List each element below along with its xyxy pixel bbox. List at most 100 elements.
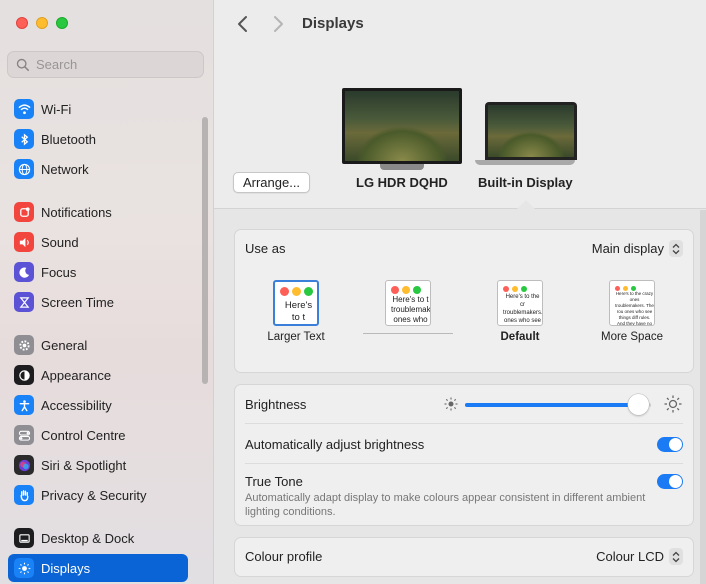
sidebar-item-label: Appearance: [41, 367, 112, 383]
sidebar-item-screen-time[interactable]: Screen Time: [8, 288, 188, 316]
sidebar-item-desktop-dock[interactable]: Desktop & Dock: [8, 524, 188, 552]
resolution-label: More Space: [600, 331, 663, 343]
speaker-icon: [14, 232, 34, 252]
sidebar-item-label: Control Centre: [41, 427, 126, 443]
sidebar-item-notifications[interactable]: Notifications: [8, 198, 188, 226]
siri-icon: [14, 455, 34, 475]
sidebar-item-focus[interactable]: Focus: [8, 258, 188, 286]
resolution-slider-line: [363, 333, 453, 334]
sidebar-item-label: Displays: [41, 560, 91, 576]
page-title: Displays: [302, 15, 364, 32]
sidebar-item-accessibility[interactable]: Accessibility: [8, 391, 188, 419]
dock-icon: [14, 528, 34, 548]
sidebar-item-network[interactable]: Network: [8, 155, 188, 183]
colour-profile-value: Colour LCD: [596, 549, 664, 564]
zoom-window-button[interactable]: [56, 17, 68, 29]
monitor-stand: [380, 164, 424, 170]
search-box[interactable]: [7, 51, 204, 78]
arrange-button[interactable]: Arrange...: [233, 172, 310, 193]
auto-brightness-label: Automatically adjust brightness: [245, 437, 425, 452]
sidebar-item-displays[interactable]: Displays: [8, 554, 188, 582]
gear-icon: [14, 335, 34, 355]
search-icon: [16, 58, 30, 71]
brightness-slider[interactable]: [465, 394, 651, 415]
use-as-value: Main display: [591, 241, 664, 256]
divider: [245, 423, 683, 424]
colour-profile-popup[interactable]: Colour LCD: [596, 548, 683, 565]
auto-brightness-toggle[interactable]: [657, 437, 683, 452]
use-as-label: Use as: [245, 241, 286, 256]
resolution-option-more-space[interactable]: Here's to the crazy ones troublemakers. …: [587, 280, 677, 343]
resolution-thumbnail: Here's to t troublemak ones who: [385, 280, 431, 326]
builtin-display-name[interactable]: Built-in Display: [478, 175, 573, 190]
resolution-sample-text: Here's to the cr troublemakers. ones who…: [503, 294, 542, 324]
sidebar-item-privacy-security[interactable]: Privacy & Security: [8, 481, 188, 509]
back-chevron-icon[interactable]: [235, 14, 251, 34]
external-display-thumbnail[interactable]: [342, 88, 462, 164]
sidebar-item-label: Accessibility: [41, 397, 112, 413]
sidebar-item-appearance[interactable]: Appearance: [8, 361, 188, 389]
builtin-display-thumbnail[interactable]: [485, 102, 577, 160]
close-window-button[interactable]: [16, 17, 28, 29]
minimize-window-button[interactable]: [36, 17, 48, 29]
true-tone-label: True Tone: [245, 474, 303, 489]
colour-profile-label: Colour profile: [245, 549, 323, 564]
sidebar-item-bluetooth[interactable]: Bluetooth: [8, 125, 188, 153]
moon-icon: [14, 262, 34, 282]
sidebar-item-general[interactable]: General: [8, 331, 188, 359]
window-controls: [16, 17, 68, 29]
sidebar-item-sound[interactable]: Sound: [8, 228, 188, 256]
sidebar-item-label: Wi-Fi: [41, 101, 72, 117]
use-as-popup[interactable]: Main display: [592, 240, 683, 257]
brightness-card: Brightness Automatically adjust brightne…: [234, 384, 694, 526]
hand-icon: [14, 485, 34, 505]
sidebar-item-label: Desktop & Dock: [41, 530, 135, 546]
brightness-label: Brightness: [245, 397, 307, 412]
toggles-icon: [14, 425, 34, 445]
main-content: Displays Arrange... LG HDR DQHD Built-in…: [214, 0, 706, 584]
brightness-slider-fill: [465, 403, 638, 407]
sun-icon: [14, 558, 34, 578]
sidebar-item-control-centre[interactable]: Control Centre: [8, 421, 188, 449]
hourglass-icon: [14, 292, 34, 312]
resolution-label: Larger Text: [267, 331, 325, 343]
accessibility-icon: [14, 395, 34, 415]
resolution-option-larger-text[interactable]: Here's to t troublem Larger Text: [251, 280, 341, 343]
external-display-name[interactable]: LG HDR DQHD: [356, 175, 448, 190]
settings-pane: Use as Main display Here's to t troublem…: [214, 208, 706, 584]
updown-chevron-icon: [669, 548, 683, 565]
sun-large-icon: [664, 395, 682, 413]
sidebar-item-label: Network: [41, 161, 89, 177]
sun-small-icon: [444, 397, 458, 411]
sidebar: Wi-Fi Bluetooth Network Notifications Sound F…: [0, 0, 214, 584]
selection-pointer: [517, 200, 535, 209]
resolution-sample-text: Here's to the crazy ones troublemakers. …: [615, 291, 654, 326]
updown-chevron-icon: [669, 240, 683, 257]
sidebar-item-label: Bluetooth: [41, 131, 96, 147]
sidebar-item-label: Siri & Spotlight: [41, 457, 127, 473]
resolution-sample-text: Here's to t troublemak ones who: [391, 295, 430, 324]
toolbar: Displays: [214, 0, 706, 48]
colour-profile-card: Colour profile Colour LCD: [234, 537, 694, 577]
sidebar-item-wi-fi[interactable]: Wi-Fi: [8, 95, 188, 123]
forward-chevron-icon[interactable]: [270, 14, 286, 34]
sidebar-item-label: Screen Time: [41, 294, 114, 310]
brightness-slider-knob[interactable]: [627, 394, 649, 415]
sidebar-scrollbar[interactable]: [202, 117, 208, 384]
wifi-icon: [14, 99, 34, 119]
sidebar-item-label: Focus: [41, 264, 77, 280]
resolution-option-default[interactable]: Here's to the cr troublemakers. ones who…: [475, 280, 565, 343]
sidebar-item-label: Privacy & Security: [41, 487, 147, 503]
resolution-thumbnail: Here's to the crazy ones troublemakers. …: [609, 280, 655, 326]
use-as-card: Use as Main display Here's to t troublem…: [234, 229, 694, 373]
true-tone-description: Automatically adapt display to make colo…: [245, 492, 646, 518]
search-input[interactable]: [36, 57, 196, 72]
sidebar-item-siri-spotlight[interactable]: Siri & Spotlight: [8, 451, 188, 479]
globe-icon: [14, 159, 34, 179]
main-scrollbar[interactable]: [700, 210, 706, 584]
resolution-option-2[interactable]: Here's to t troublemak ones who: [363, 280, 453, 334]
divider: [245, 463, 683, 464]
true-tone-toggle[interactable]: [657, 474, 683, 489]
sidebar-item-label: Notifications: [41, 204, 112, 220]
sidebar-item-label: Sound: [41, 234, 79, 250]
